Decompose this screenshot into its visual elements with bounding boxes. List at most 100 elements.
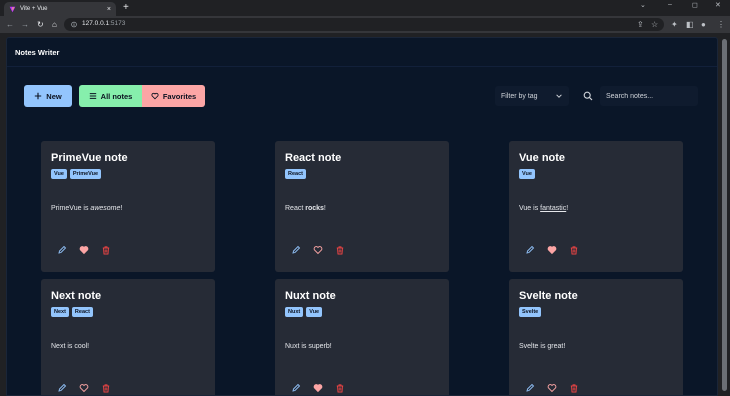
scrollbar-thumb[interactable] (722, 39, 727, 391)
note-body: Next is cool! (51, 343, 89, 350)
browser-tab[interactable]: Vite + Vue × (4, 2, 116, 16)
all-notes-label: All notes (100, 91, 133, 101)
edit-pencil-icon[interactable] (57, 383, 67, 393)
sidebar-icon[interactable]: ◧ (686, 19, 694, 30)
back-icon[interactable]: ← (6, 19, 14, 30)
note-body-text: Next is cool! (51, 343, 90, 350)
minimize-button[interactable]: – (668, 1, 672, 8)
site-info-icon[interactable] (71, 21, 77, 28)
note-body-suffix: ! (323, 205, 326, 212)
home-icon[interactable]: ⌂ (52, 19, 57, 30)
delete-trash-icon[interactable] (569, 245, 579, 255)
new-button-label: New (46, 91, 62, 101)
app-title: Notes Writer (15, 48, 60, 57)
favorites-button[interactable]: Favorites (142, 85, 205, 107)
note-tag[interactable]: React (71, 307, 93, 317)
notes-app: Notes Writer New All notes Favorites Fil… (6, 37, 718, 396)
note-actions (525, 245, 579, 255)
note-body-suffix: ! (120, 205, 123, 212)
browser-tabstrip: Vite + Vue × + ⌄ – ◻ ✕ (0, 0, 730, 16)
list-icon (89, 93, 96, 99)
search-icon (583, 91, 593, 101)
vite-logo-icon (9, 6, 16, 12)
reload-icon[interactable]: ↻ (37, 19, 44, 30)
maximize-button[interactable]: ◻ (692, 1, 698, 9)
note-tag[interactable]: Vue (306, 307, 323, 317)
favorite-heart-icon[interactable] (313, 383, 323, 393)
profile-icon[interactable]: ● (701, 19, 706, 30)
url-port: :5173 (109, 20, 126, 27)
menu-icon[interactable]: ⋮ (717, 19, 725, 30)
heart-outline-icon (151, 92, 159, 100)
search-input[interactable] (600, 86, 698, 106)
plus-icon (35, 92, 42, 100)
edit-pencil-icon[interactable] (291, 383, 301, 393)
note-tag[interactable]: Nuxt (285, 307, 304, 317)
note-card: React note React React rocks! (275, 141, 449, 272)
note-tag[interactable]: Vue (519, 169, 535, 179)
note-tag[interactable]: PrimeVue (69, 169, 102, 179)
filter-label: Filter by tag (501, 92, 538, 100)
note-body-emphasis: awesome (90, 205, 121, 212)
note-body: Svelte is great! (519, 343, 565, 350)
favorite-heart-icon[interactable] (547, 245, 557, 255)
new-tab-button[interactable]: + (123, 2, 129, 14)
note-body-emphasis: rocks (305, 205, 324, 212)
edit-pencil-icon[interactable] (291, 245, 301, 255)
note-tag[interactable]: Next (51, 307, 69, 317)
note-body: React rocks! (285, 205, 326, 212)
note-title: Nuxt note (285, 290, 336, 302)
note-body-emphasis: fantastic (540, 205, 567, 212)
filter-by-tag-dropdown[interactable]: Filter by tag (495, 86, 569, 106)
note-card: Next note Next React Next is cool! (41, 279, 215, 395)
header-divider (7, 66, 717, 67)
all-notes-button[interactable]: All notes (79, 85, 142, 107)
close-window-button[interactable]: ✕ (715, 1, 721, 9)
favorite-heart-icon[interactable] (547, 383, 557, 393)
note-body-text: React (285, 205, 306, 212)
url-text: 127.0.0.1:5173 (82, 20, 125, 27)
note-body: Vue is fantastic! (519, 205, 568, 212)
note-tag[interactable]: React (285, 169, 306, 179)
note-title: Svelte note (519, 290, 578, 302)
chevron-down-icon (556, 94, 562, 98)
extensions-icon[interactable]: ✦ (671, 19, 678, 30)
edit-pencil-icon[interactable] (525, 383, 535, 393)
tab-title: Vite + Vue (20, 6, 48, 12)
delete-trash-icon[interactable] (101, 245, 111, 255)
note-card: Svelte note Svelte Svelte is great! (509, 279, 683, 395)
delete-trash-icon[interactable] (335, 245, 345, 255)
note-actions (291, 383, 345, 393)
bookmark-star-icon[interactable]: ☆ (651, 19, 658, 30)
note-body-text: Nuxt is superb! (285, 343, 332, 350)
note-tag[interactable]: Svelte (519, 307, 542, 317)
new-note-button[interactable]: New (24, 85, 72, 107)
delete-trash-icon[interactable] (101, 383, 111, 393)
note-body-text: Vue is (519, 205, 541, 212)
page-scrollbar[interactable] (719, 37, 730, 396)
chevron-down-icon[interactable]: ⌄ (640, 1, 646, 9)
forward-icon[interactable]: → (21, 19, 29, 30)
favorite-heart-icon[interactable] (79, 383, 89, 393)
search-box (578, 86, 698, 106)
note-actions (57, 383, 111, 393)
note-title: PrimeVue note (51, 152, 128, 164)
note-tags: Svelte (519, 307, 542, 317)
note-actions (291, 245, 345, 255)
note-title: React note (285, 152, 342, 164)
note-body: PrimeVue is awesome! (51, 205, 122, 212)
edit-pencil-icon[interactable] (525, 245, 535, 255)
delete-trash-icon[interactable] (335, 383, 345, 393)
note-tag[interactable]: Vue (51, 169, 67, 179)
edit-pencil-icon[interactable] (57, 245, 67, 255)
tab-close-icon[interactable]: × (107, 6, 111, 13)
address-bar[interactable]: 127.0.0.1:5173 (64, 18, 664, 31)
note-body-suffix: ! (566, 205, 569, 212)
favorite-heart-icon[interactable] (313, 245, 323, 255)
delete-trash-icon[interactable] (569, 383, 579, 393)
note-title: Vue note (519, 152, 566, 164)
share-icon[interactable]: ⇪ (637, 19, 644, 30)
note-tags: Vue PrimeVue (51, 169, 102, 179)
note-card: PrimeVue note Vue PrimeVue PrimeVue is awes… (41, 141, 215, 272)
favorite-heart-icon[interactable] (79, 245, 89, 255)
